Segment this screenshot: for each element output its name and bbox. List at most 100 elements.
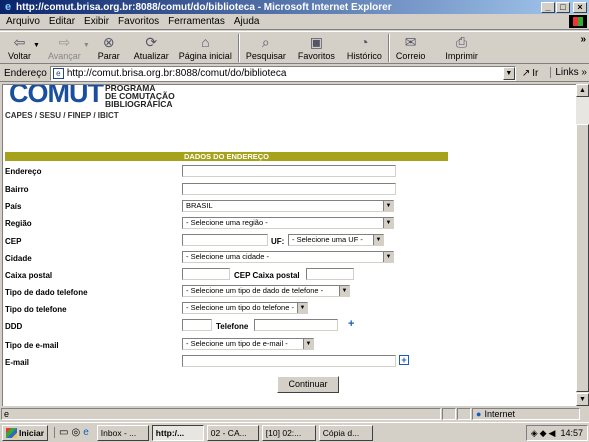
print-button[interactable]: ⎙ Imprimir — [445, 32, 478, 61]
toolbar-more-button[interactable]: » — [580, 34, 586, 45]
menu-arquivo[interactable]: Arquivo — [6, 16, 40, 27]
tipo-telefone-select[interactable]: - Selecione um tipo do telefone - ▼ — [182, 302, 308, 314]
uf-select[interactable]: - Selecione uma UF - ▼ — [288, 234, 384, 246]
continuar-button[interactable]: Continuar — [277, 376, 339, 393]
pais-select[interactable]: BRASIL ▼ — [182, 200, 394, 212]
search-button[interactable]: ⌕ Pesquisar — [246, 32, 286, 61]
forward-dropdown-icon[interactable]: ▼ — [83, 42, 90, 49]
cidade-label: Cidade — [5, 254, 32, 263]
tipo-email-select[interactable]: - Selecione um tipo de e-mail - ▼ — [182, 338, 314, 350]
favorites-label: Favoritos — [297, 51, 335, 61]
quick-launch: ▭ ◎ e — [54, 427, 89, 438]
task-document[interactable]: Cópia d... — [318, 424, 373, 441]
address-input[interactable]: e http://comut.brisa.org.br:8088/comut/d… — [49, 65, 516, 81]
refresh-icon: ⟳ — [145, 34, 158, 50]
home-label: Página inicial — [178, 51, 232, 61]
menu-exibir[interactable]: Exibir — [84, 16, 109, 27]
toolbar: ⇦ Voltar ▼ ⇨ Avançar ▼ ⊗ Parar ⟳ Atualiz… — [0, 31, 589, 64]
ie-icon: e — [4, 1, 12, 13]
telefone-input[interactable] — [254, 319, 338, 331]
back-label: Voltar — [8, 51, 32, 61]
address-url: http://comut.brisa.org.br:8088/comut/do/… — [66, 67, 287, 79]
task-chat[interactable]: [10] 02:... — [261, 424, 316, 441]
task-folder[interactable]: 02 - CA... — [206, 424, 259, 441]
logo-line-3: BIBLIOGRÁFICA — [104, 99, 173, 109]
close-button[interactable]: × — [573, 1, 587, 13]
form-section-header: DADOS DO ENDEREÇO — [5, 152, 448, 161]
minimize-button[interactable]: _ — [541, 1, 555, 13]
back-dropdown-icon[interactable]: ▼ — [33, 42, 40, 49]
menu-favoritos[interactable]: Favoritos — [118, 16, 159, 27]
chevron-down-icon: ▼ — [297, 303, 307, 313]
forward-button[interactable]: ⇨ Avançar — [48, 32, 81, 61]
history-button[interactable]: ◔ Histórico — [347, 32, 382, 61]
history-icon: ◔ — [360, 34, 369, 50]
home-button[interactable]: ⌂ Página inicial — [179, 32, 232, 61]
endereco-input[interactable] — [182, 165, 396, 177]
add-telefone-icon[interactable]: + — [348, 319, 354, 330]
mail-icon: ✉ — [404, 34, 417, 50]
ie-quicklaunch-icon[interactable]: e — [83, 427, 89, 438]
start-label: Iniciar — [19, 427, 45, 438]
caixa-postal-input[interactable] — [182, 268, 230, 280]
tray-volume-icon[interactable]: ◀ — [549, 428, 556, 439]
cep-caixa-postal-label: CEP Caixa postal — [234, 271, 300, 280]
tipo-telefone-label: Tipo do telefone — [5, 305, 67, 314]
tray-network-icon[interactable]: ◈ — [531, 428, 538, 439]
mail-button[interactable]: ✉ Correio — [396, 32, 426, 61]
page-icon: e — [52, 67, 64, 79]
home-icon: ⌂ — [201, 34, 210, 50]
cep-input[interactable] — [182, 234, 268, 246]
menu-ajuda[interactable]: Ajuda — [234, 16, 260, 27]
logo-subtitle: PROGRAMA DE COMUTAÇÃO BIBLIOGRÁFICA — [104, 85, 175, 109]
menu-bar: Arquivo Editar Exibir Favoritos Ferramen… — [0, 14, 589, 30]
tipo-dado-telefone-select[interactable]: - Selecione um tipo de dado de telefone … — [182, 285, 350, 297]
back-button[interactable]: ⇦ Voltar — [8, 32, 31, 61]
task-browser[interactable]: http:/... — [151, 424, 204, 441]
chevron-down-icon: ▼ — [303, 339, 313, 349]
scroll-up-icon[interactable]: ▲ — [576, 84, 589, 97]
vertical-scrollbar[interactable]: ▲ ▼ — [576, 84, 589, 406]
search-label: Pesquisar — [245, 51, 286, 61]
task-label: Inbox - ... — [100, 427, 137, 438]
outlook-icon[interactable]: ◎ — [72, 427, 81, 438]
task-inbox[interactable]: Inbox - ... — [96, 424, 149, 441]
uf-select-value: - Selecione uma UF - — [292, 235, 363, 244]
maximize-button[interactable]: □ — [556, 1, 570, 13]
menu-editar[interactable]: Editar — [49, 16, 75, 27]
add-email-icon[interactable]: + — [399, 355, 409, 365]
tipo-dado-telefone-label: Tipo de dado telefone — [5, 288, 88, 297]
email-input[interactable] — [182, 355, 396, 367]
cidade-select[interactable]: - Selecione uma cidade - ▼ — [182, 251, 394, 263]
status-cell — [442, 408, 456, 420]
logo-word: COMUT — [9, 84, 104, 108]
links-button[interactable]: Links » — [550, 67, 587, 78]
favorites-button[interactable]: ▣ Favoritos — [298, 32, 335, 61]
cep-caixa-postal-input[interactable] — [306, 268, 354, 280]
scroll-thumb[interactable] — [576, 124, 589, 392]
history-label: Histórico — [346, 51, 382, 61]
cep-label: CEP — [5, 237, 22, 246]
ddd-input[interactable] — [182, 319, 212, 331]
address-bar: Endereço e http://comut.brisa.org.br:808… — [0, 65, 589, 82]
windows-logo-icon — [569, 15, 587, 28]
chevron-down-icon: ▼ — [383, 252, 393, 262]
search-icon: ⌕ — [261, 34, 270, 50]
go-button[interactable]: ↗ Ir — [522, 68, 539, 79]
chevron-down-icon: ▼ — [383, 218, 393, 228]
scroll-down-icon[interactable]: ▼ — [576, 393, 589, 406]
zone-label: Internet — [484, 409, 515, 419]
regiao-select-value: - Selecione uma região - — [186, 218, 268, 227]
toolbar-separator — [237, 34, 240, 62]
start-button[interactable]: Iniciar — [2, 424, 49, 441]
regiao-select[interactable]: - Selecione uma região - ▼ — [182, 217, 394, 229]
stop-label: Parar — [97, 51, 120, 61]
refresh-button[interactable]: ⟳ Atualizar — [134, 32, 169, 61]
address-dropdown-icon[interactable]: ▼ — [502, 66, 515, 80]
tray-shield-icon[interactable]: ◆ — [540, 428, 547, 439]
bairro-input[interactable] — [182, 183, 396, 195]
menu-ferramentas[interactable]: Ferramentas — [168, 16, 225, 27]
email-label: E-mail — [5, 358, 30, 367]
desktop-icon[interactable]: ▭ — [59, 427, 68, 438]
stop-button[interactable]: ⊗ Parar — [98, 32, 120, 61]
